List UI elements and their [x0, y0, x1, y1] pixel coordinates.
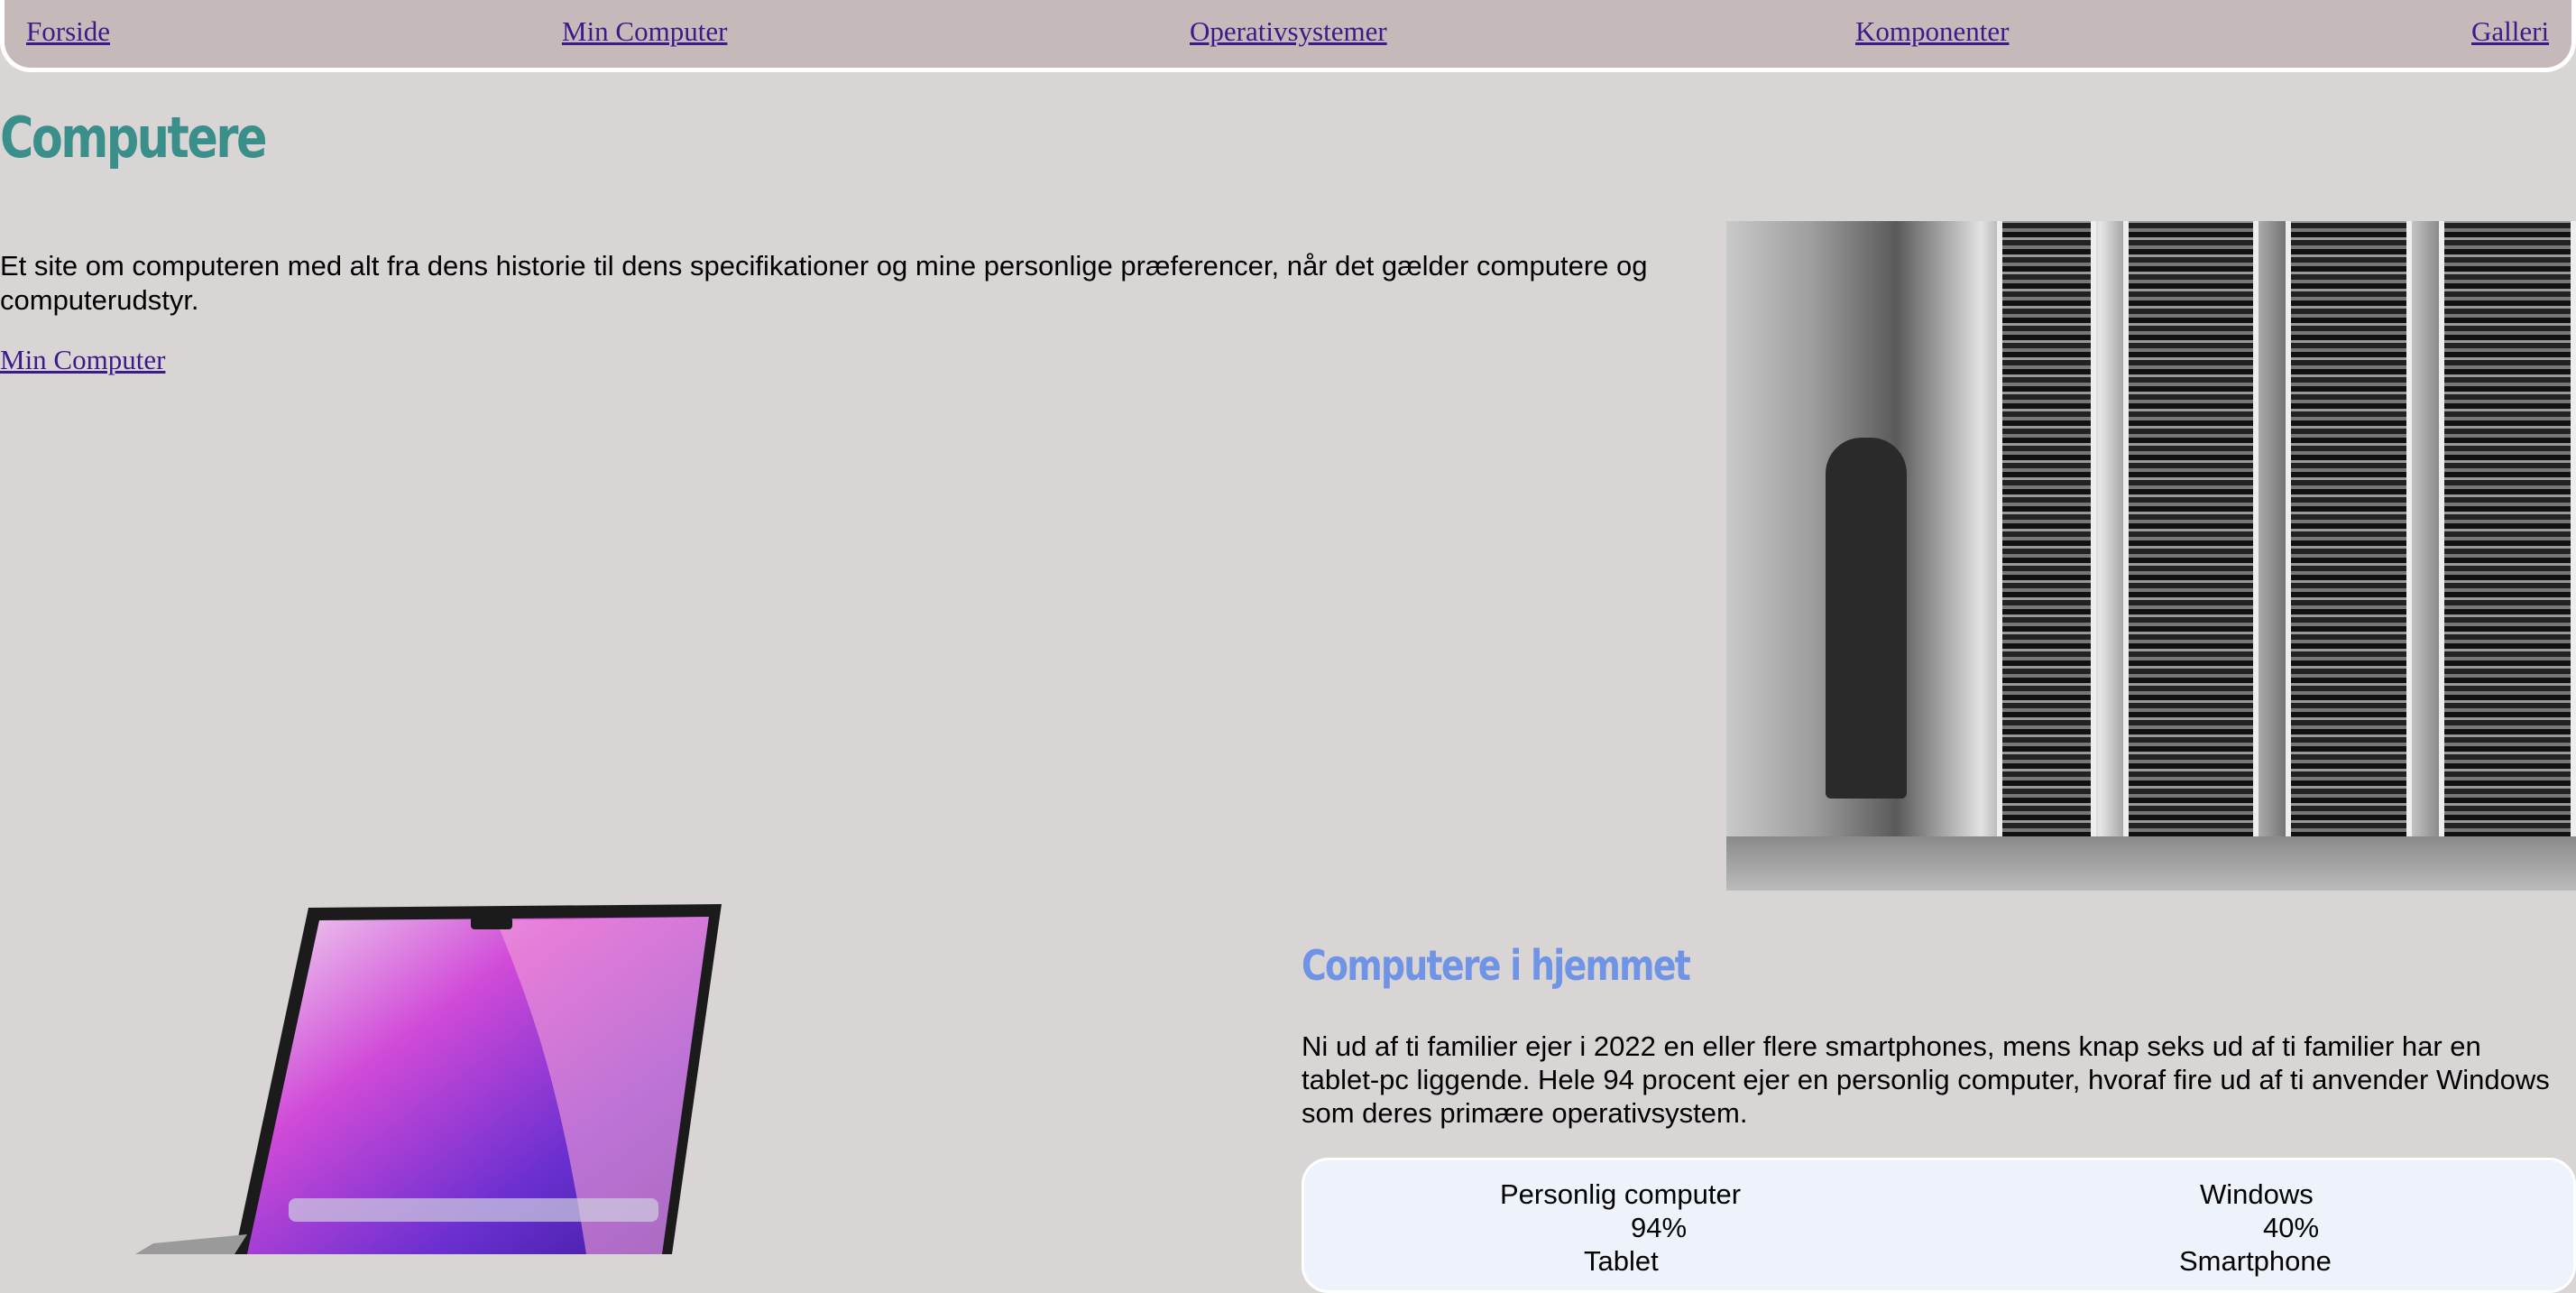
stat-label-windows: Windows: [2200, 1178, 2314, 1210]
nav-link-galleri[interactable]: Galleri: [2471, 15, 2549, 48]
nav-link-min-computer[interactable]: Min Computer: [562, 15, 727, 48]
top-navigation: Forside Min Computer Operativsystemer Ko…: [0, 0, 2576, 72]
page-title: Computere: [0, 105, 267, 171]
laptop-image: [135, 904, 722, 1254]
engineer-figure: [1826, 438, 1907, 799]
intro-text: Et site om computeren med alt fra dens h…: [0, 250, 1648, 316]
stat-label-smartphone: Smartphone: [2179, 1245, 2332, 1277]
nav-link-forside[interactable]: Forside: [26, 15, 110, 48]
stats-box: Personlig computer 94% Windows 40% Table…: [1302, 1158, 2576, 1293]
nav-link-operativsystemer[interactable]: Operativsystemer: [1190, 15, 1387, 48]
min-computer-link[interactable]: Min Computer: [0, 344, 165, 376]
nav-link-komponenter[interactable]: Komponenter: [1855, 15, 2009, 48]
stat-label-tablet: Tablet: [1584, 1245, 1659, 1277]
section-title: Computere i hjemmet: [1302, 941, 1691, 990]
mainframe-photo: [1726, 221, 2576, 891]
section-text: Ni ud af ti familier ejer i 2022 en elle…: [1302, 1030, 2550, 1129]
stat-value-personal-computer: 94%: [1631, 1212, 1688, 1243]
stat-value-windows: 40%: [2263, 1212, 2320, 1243]
stat-label-personal-computer: Personlig computer: [1500, 1178, 1742, 1210]
